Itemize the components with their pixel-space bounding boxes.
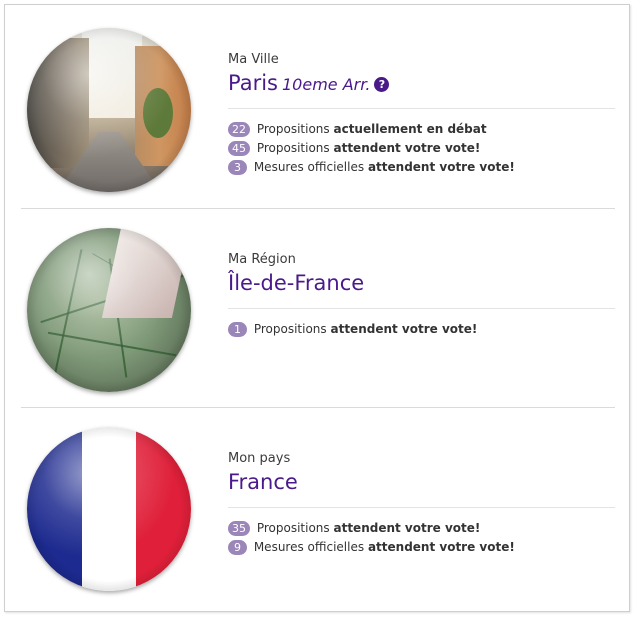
stat-text: Propositions [256, 141, 330, 155]
city-name[interactable]: Paris 10eme Arr.? [228, 71, 390, 95]
divider [228, 108, 615, 109]
divider [228, 507, 615, 508]
stat-status: attendent votre vote! [330, 322, 478, 336]
country-kicker: Mon pays [228, 451, 291, 466]
help-icon[interactable]: ? [374, 77, 390, 92]
stat-row[interactable]: 3 Mesures officielles attendent votre vo… [228, 158, 515, 177]
stat-status: attendent votre vote! [367, 160, 515, 174]
section-region[interactable]: Ma Région Île-de-France 1 Propositions a… [21, 205, 615, 404]
city-district: 10eme Arr. [282, 75, 371, 94]
city-kicker: Ma Ville [228, 52, 279, 67]
count-badge: 3 [228, 160, 247, 175]
city-image[interactable] [27, 28, 191, 192]
country-name[interactable]: France [228, 470, 298, 494]
stat-status: attendent votre vote! [333, 521, 481, 535]
section-city[interactable]: Ma Ville Paris 10eme Arr.? 22 Proposition… [21, 5, 615, 204]
stat-row[interactable]: 45 Propositions attendent votre vote! [228, 139, 515, 158]
city-stats: 22 Propositions actuellement en débat 45… [228, 120, 515, 177]
region-stats: 1 Propositions attendent votre vote! [228, 320, 477, 339]
divider [228, 308, 615, 309]
stat-row[interactable]: 9 Mesures officielles attendent votre vo… [228, 538, 515, 557]
section-country[interactable]: Mon pays France 35 Propositions attenden… [21, 404, 615, 603]
region-name[interactable]: Île-de-France [228, 271, 364, 295]
stat-row[interactable]: 35 Propositions attendent votre vote! [228, 519, 515, 538]
stat-text: Mesures officielles [253, 540, 365, 554]
region-image[interactable] [27, 228, 191, 392]
civic-card: Ma Ville Paris 10eme Arr.? 22 Proposition… [4, 4, 630, 612]
count-badge: 22 [228, 122, 250, 137]
stat-status: actuellement en débat [333, 122, 487, 136]
stat-text: Propositions [256, 122, 330, 136]
stat-status: attendent votre vote! [333, 141, 481, 155]
stat-text: Mesures officielles [253, 160, 365, 174]
stat-status: attendent votre vote! [367, 540, 515, 554]
count-badge: 35 [228, 521, 250, 536]
stat-text: Propositions [253, 322, 327, 336]
city-place: Paris [228, 71, 278, 95]
stat-row[interactable]: 22 Propositions actuellement en débat [228, 120, 515, 139]
count-badge: 9 [228, 540, 247, 555]
country-flag-image[interactable] [27, 427, 191, 591]
stat-text: Propositions [256, 521, 330, 535]
count-badge: 1 [228, 322, 247, 337]
region-kicker: Ma Région [228, 252, 296, 267]
stat-row[interactable]: 1 Propositions attendent votre vote! [228, 320, 477, 339]
count-badge: 45 [228, 141, 250, 156]
country-stats: 35 Propositions attendent votre vote! 9 … [228, 519, 515, 557]
